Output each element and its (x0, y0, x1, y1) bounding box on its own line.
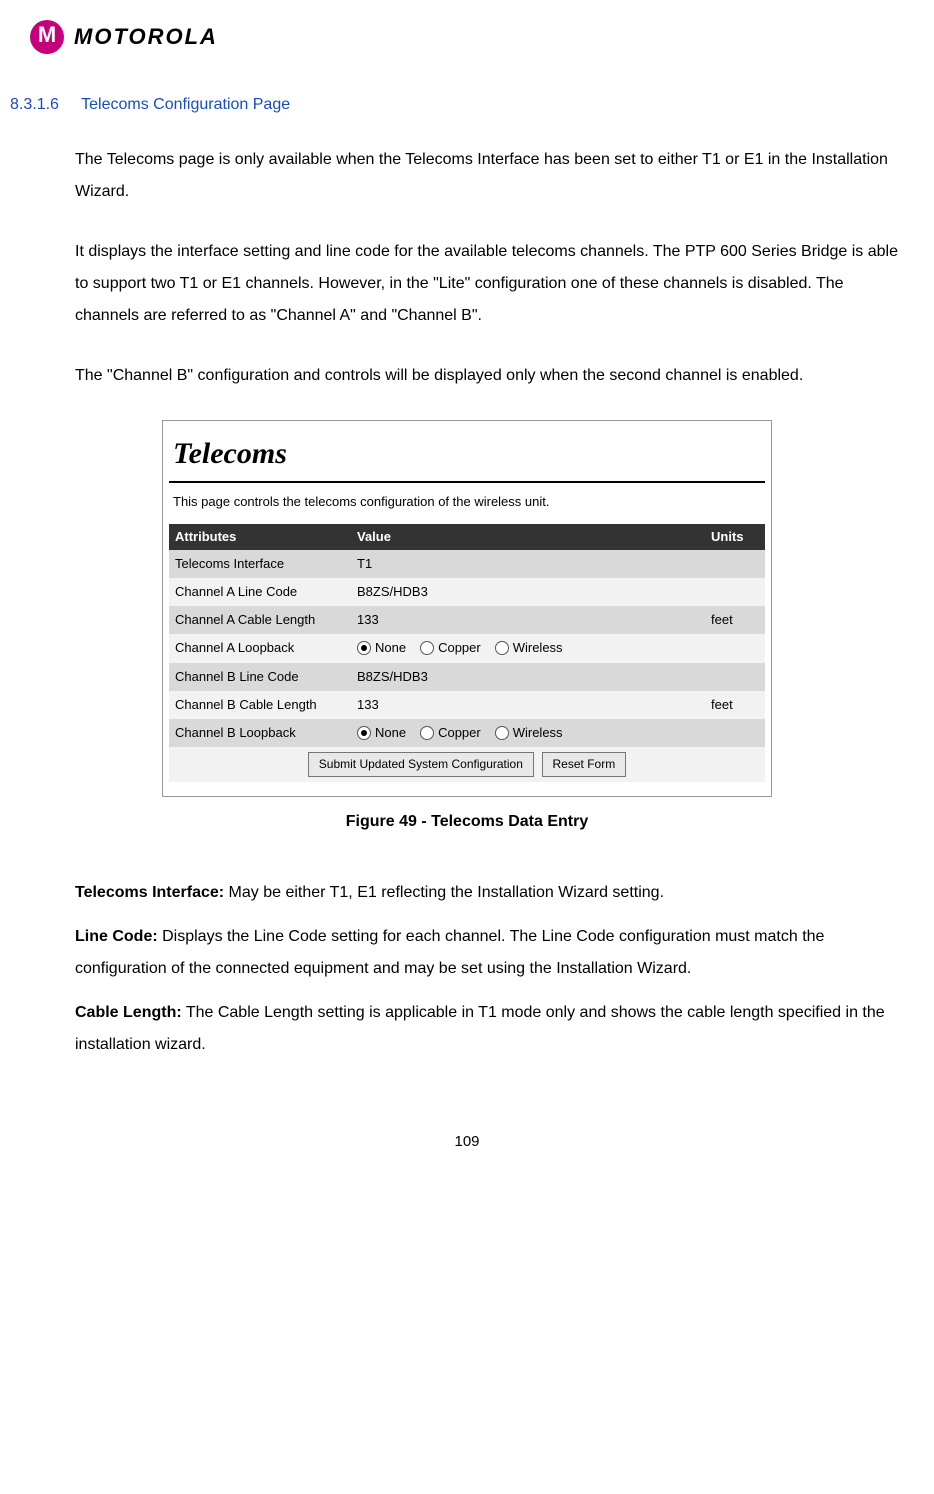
radio-label: Wireless (513, 639, 563, 657)
radio-icon (495, 641, 509, 655)
body-paragraph: The "Channel B" configuration and contro… (75, 360, 899, 392)
section-title: Telecoms Configuration Page (81, 96, 290, 113)
attr-cell: Channel A Loopback (169, 634, 351, 662)
figure-caption: Figure 49 - Telecoms Data Entry (30, 811, 904, 833)
definition-term: Line Code: (75, 928, 158, 945)
value-cell: B8ZS/HDB3 (351, 663, 705, 691)
definition-line-code: Line Code: Displays the Line Code settin… (75, 921, 899, 985)
loopback-b-radios: None Copper Wireless (357, 724, 699, 742)
table-row: Telecoms Interface T1 (169, 550, 765, 578)
table-row: Channel B Line Code B8ZS/HDB3 (169, 663, 765, 691)
definition-text: Displays the Line Code setting for each … (75, 928, 824, 977)
section-number: 8.3.1.6 (10, 96, 59, 113)
value-cell: 133 (351, 606, 705, 634)
table-row: Channel B Cable Length 133 feet (169, 691, 765, 719)
radio-none[interactable]: None (357, 724, 406, 742)
value-cell: 133 (351, 691, 705, 719)
radio-label: None (375, 724, 406, 742)
button-row: Submit Updated System Configuration Rese… (169, 747, 765, 782)
attr-cell: Channel B Loopback (169, 719, 351, 747)
definition-cable-length: Cable Length: The Cable Length setting i… (75, 997, 899, 1061)
units-cell (705, 578, 765, 606)
radio-wireless[interactable]: Wireless (495, 639, 563, 657)
motorola-emblem-icon (30, 20, 64, 54)
radio-icon (420, 726, 434, 740)
units-cell (705, 663, 765, 691)
units-cell: feet (705, 606, 765, 634)
radio-none[interactable]: None (357, 639, 406, 657)
table-row: Channel B Loopback None Copper Wireless (169, 719, 765, 747)
col-value: Value (351, 524, 705, 550)
definition-telecoms-interface: Telecoms Interface: May be either T1, E1… (75, 877, 899, 909)
value-cell: T1 (351, 550, 705, 578)
radio-icon (495, 726, 509, 740)
value-cell: None Copper Wireless (351, 719, 705, 747)
definition-term: Telecoms Interface: (75, 884, 224, 901)
table-row: Channel A Line Code B8ZS/HDB3 (169, 578, 765, 606)
radio-label: None (375, 639, 406, 657)
units-cell (705, 634, 765, 662)
radio-label: Copper (438, 639, 481, 657)
attr-cell: Telecoms Interface (169, 550, 351, 578)
units-cell (705, 719, 765, 747)
page-number: 109 (30, 1131, 904, 1152)
reset-button[interactable]: Reset Form (542, 752, 627, 777)
col-attributes: Attributes (169, 524, 351, 550)
figure-screenshot: Telecoms This page controls the telecoms… (162, 420, 772, 796)
table-row: Channel A Cable Length 133 feet (169, 606, 765, 634)
figure-title: Telecoms (169, 429, 765, 483)
table-header-row: Attributes Value Units (169, 524, 765, 550)
motorola-wordmark: MOTOROLA (74, 22, 218, 53)
radio-copper[interactable]: Copper (420, 724, 481, 742)
figure-description: This page controls the telecoms configur… (169, 489, 765, 523)
units-cell (705, 550, 765, 578)
body-paragraph: It displays the interface setting and li… (75, 236, 899, 332)
definition-term: Cable Length: (75, 1004, 182, 1021)
radio-label: Wireless (513, 724, 563, 742)
value-cell: B8ZS/HDB3 (351, 578, 705, 606)
value-cell: None Copper Wireless (351, 634, 705, 662)
radio-wireless[interactable]: Wireless (495, 724, 563, 742)
definition-text: The Cable Length setting is applicable i… (75, 1004, 885, 1053)
loopback-a-radios: None Copper Wireless (357, 639, 699, 657)
radio-copper[interactable]: Copper (420, 639, 481, 657)
header-logo: MOTOROLA (30, 20, 904, 54)
radio-icon (357, 726, 371, 740)
units-cell: feet (705, 691, 765, 719)
col-units: Units (705, 524, 765, 550)
definition-text: May be either T1, E1 reflecting the Inst… (224, 884, 664, 901)
attr-cell: Channel A Cable Length (169, 606, 351, 634)
radio-label: Copper (438, 724, 481, 742)
radio-icon (357, 641, 371, 655)
section-heading: 8.3.1.6 Telecoms Configuration Page (10, 94, 904, 116)
attr-cell: Channel A Line Code (169, 578, 351, 606)
body-paragraph: The Telecoms page is only available when… (75, 144, 899, 208)
config-table: Attributes Value Units Telecoms Interfac… (169, 524, 765, 782)
attr-cell: Channel B Line Code (169, 663, 351, 691)
attr-cell: Channel B Cable Length (169, 691, 351, 719)
radio-icon (420, 641, 434, 655)
submit-button[interactable]: Submit Updated System Configuration (308, 752, 534, 777)
table-row: Channel A Loopback None Copper Wireless (169, 634, 765, 662)
